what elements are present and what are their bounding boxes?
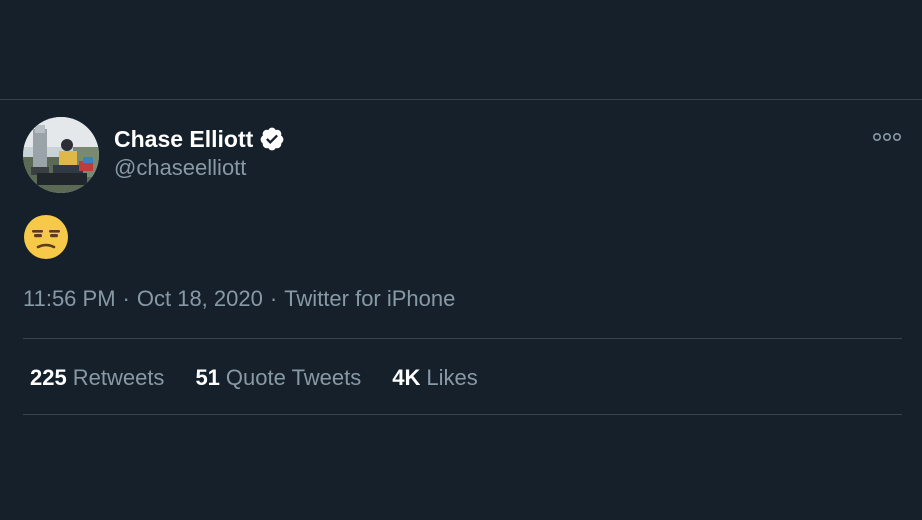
likes-stat[interactable]: 4K Likes <box>392 365 477 391</box>
quote-tweets-stat[interactable]: 51 Quote Tweets <box>195 365 361 391</box>
likes-label: Likes <box>426 365 478 390</box>
stats-bottom-divider <box>23 414 902 415</box>
retweets-label: Retweets <box>72 365 165 390</box>
author-name-row[interactable]: Chase Elliott <box>114 124 285 154</box>
likes-count: 4K <box>392 365 421 390</box>
unamused-face-icon <box>23 214 69 260</box>
retweets-count: 225 <box>30 365 67 390</box>
tweet-date[interactable]: Oct 18, 2020 <box>137 286 263 311</box>
avatar-image <box>23 117 99 193</box>
meta-separator: · <box>269 286 278 311</box>
tweet-detail-page: Chase Elliott @chaseelliott 11:56 PM · O… <box>0 0 922 520</box>
avatar[interactable] <box>23 117 99 193</box>
retweets-stat[interactable]: 225 Retweets <box>30 365 164 391</box>
stats-top-divider <box>23 338 902 339</box>
meta-separator: · <box>122 286 130 311</box>
tweet-time[interactable]: 11:56 PM <box>23 286 116 311</box>
quote-tweets-label: Quote Tweets <box>225 365 362 390</box>
more-options-button[interactable] <box>872 128 902 146</box>
quote-tweets-count: 51 <box>195 365 220 390</box>
tweet-source-link[interactable]: Twitter for iPhone <box>284 286 455 311</box>
tweet-meta: 11:56 PM · Oct 18, 2020 · Twitter for iPhone <box>23 286 455 312</box>
author-handle[interactable]: @chaseelliott <box>114 155 246 181</box>
more-horizontal-icon <box>872 133 901 142</box>
tweet-stats: 225 Retweets 51 Quote Tweets 4K Likes <box>30 363 509 393</box>
verified-badge-icon <box>259 126 285 152</box>
display-name[interactable]: Chase Elliott <box>114 126 253 153</box>
header-divider <box>0 99 922 100</box>
